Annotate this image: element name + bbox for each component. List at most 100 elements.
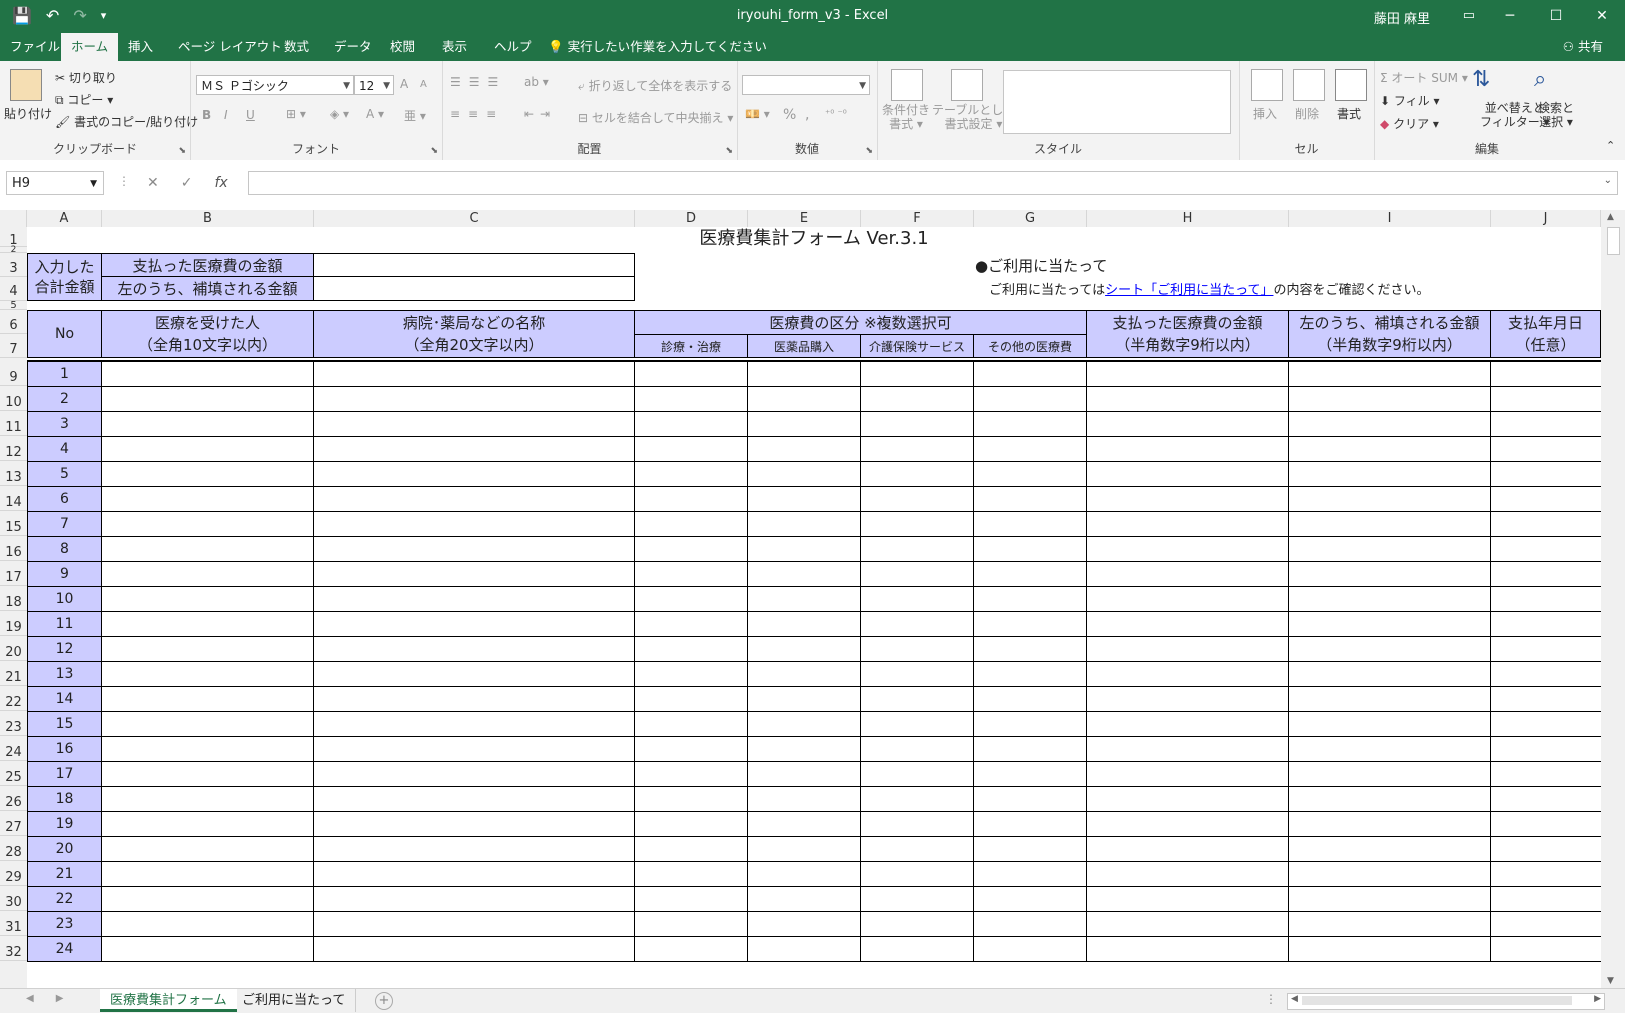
- cell-patient[interactable]: [101, 711, 314, 737]
- cell-provider[interactable]: [313, 661, 635, 687]
- cell-paid[interactable]: [1086, 911, 1289, 937]
- copy-button[interactable]: ⧉ コピー ▾: [55, 91, 113, 108]
- cell-provider[interactable]: [313, 611, 635, 637]
- cell-provider[interactable]: [313, 586, 635, 612]
- paste-icon[interactable]: [10, 69, 42, 101]
- row-header[interactable]: 1: [0, 227, 27, 248]
- cell-date[interactable]: [1490, 861, 1601, 887]
- cell-reimbursed[interactable]: [1288, 361, 1491, 387]
- cell-provider[interactable]: [313, 561, 635, 587]
- cell-provider[interactable]: [313, 761, 635, 787]
- cell-treatment[interactable]: [634, 411, 748, 437]
- cell-date[interactable]: [1490, 786, 1601, 812]
- cell-treatment[interactable]: [634, 361, 748, 387]
- cell-provider[interactable]: [313, 736, 635, 762]
- clear-button[interactable]: ◆ クリア ▾: [1380, 115, 1439, 132]
- cell-paid[interactable]: [1086, 786, 1289, 812]
- cell-other[interactable]: [973, 786, 1087, 812]
- cell-reimbursed[interactable]: [1288, 711, 1491, 737]
- cell-date[interactable]: [1490, 886, 1601, 912]
- cell-care[interactable]: [860, 561, 974, 587]
- share-button[interactable]: ⚇ 共有: [1563, 33, 1603, 61]
- paste-button[interactable]: 貼り付け: [4, 105, 52, 122]
- cell-patient[interactable]: [101, 886, 314, 912]
- cell-patient[interactable]: [101, 361, 314, 387]
- dialog-launcher-icon[interactable]: ⬊: [865, 146, 873, 156]
- cell-date[interactable]: [1490, 811, 1601, 837]
- cell-treatment[interactable]: [634, 811, 748, 837]
- font-size-combo[interactable]: 12 ▼: [354, 75, 394, 95]
- comma-button[interactable]: ,: [805, 107, 809, 123]
- search-icon[interactable]: ⌕: [1534, 67, 1546, 92]
- cell-reimbursed[interactable]: [1288, 486, 1491, 512]
- cell-patient[interactable]: [101, 686, 314, 712]
- cell-paid[interactable]: [1086, 686, 1289, 712]
- horizontal-scrollbar[interactable]: ◀ ▶: [1287, 993, 1605, 1010]
- cell-care[interactable]: [860, 761, 974, 787]
- cell-medicine[interactable]: [747, 486, 861, 512]
- reimbursed-total-value[interactable]: [313, 276, 635, 301]
- cell-medicine[interactable]: [747, 686, 861, 712]
- fill-color-icon[interactable]: ◈ ▾: [330, 107, 349, 121]
- scroll-right-icon[interactable]: ▶: [1594, 994, 1601, 1004]
- cell-reimbursed[interactable]: [1288, 911, 1491, 937]
- orientation-icon[interactable]: ab ▾: [524, 75, 549, 89]
- italic-button[interactable]: I: [224, 108, 228, 122]
- cell-date[interactable]: [1490, 936, 1601, 962]
- cell-treatment[interactable]: [634, 586, 748, 612]
- name-box[interactable]: H9 ▼: [6, 171, 104, 195]
- cell-provider[interactable]: [313, 486, 635, 512]
- cell-other[interactable]: [973, 686, 1087, 712]
- cell-care[interactable]: [860, 886, 974, 912]
- grow-font-button[interactable]: A: [400, 77, 408, 91]
- maximize-button[interactable]: ☐: [1533, 0, 1579, 33]
- tell-me-box[interactable]: 💡 実行したい作業を入力してください: [548, 33, 767, 61]
- cell-provider[interactable]: [313, 711, 635, 737]
- cell-date[interactable]: [1490, 636, 1601, 662]
- font-color-icon[interactable]: A ▾: [366, 107, 384, 121]
- cell-date[interactable]: [1490, 361, 1601, 387]
- cell-care[interactable]: [860, 461, 974, 487]
- cell-provider[interactable]: [313, 436, 635, 462]
- cell-treatment[interactable]: [634, 911, 748, 937]
- cell-care[interactable]: [860, 711, 974, 737]
- cell-date[interactable]: [1490, 711, 1601, 737]
- cell-other[interactable]: [973, 436, 1087, 462]
- cell-provider[interactable]: [313, 361, 635, 387]
- cell-date[interactable]: [1490, 561, 1601, 587]
- format-cells-button[interactable]: 書式: [1337, 105, 1361, 122]
- cell-date[interactable]: [1490, 686, 1601, 712]
- cell-date[interactable]: [1490, 836, 1601, 862]
- user-name[interactable]: 藤田 麻里: [1374, 8, 1430, 27]
- collapse-ribbon-icon[interactable]: ⌃: [1606, 139, 1615, 152]
- cell-care[interactable]: [860, 811, 974, 837]
- cell-treatment[interactable]: [634, 761, 748, 787]
- cell-paid[interactable]: [1086, 761, 1289, 787]
- tab-view[interactable]: 表示: [432, 33, 477, 61]
- currency-icon[interactable]: 💴 ▾: [745, 107, 770, 121]
- cell-paid[interactable]: [1086, 836, 1289, 862]
- cell-treatment[interactable]: [634, 636, 748, 662]
- cell-medicine[interactable]: [747, 761, 861, 787]
- cell-patient[interactable]: [101, 511, 314, 537]
- vertical-scrollbar[interactable]: ▲ ▼: [1601, 210, 1625, 988]
- tab-help[interactable]: ヘルプ: [484, 33, 542, 61]
- cell-reimbursed[interactable]: [1288, 936, 1491, 962]
- row-header[interactable]: 28: [0, 836, 27, 861]
- column-header-h[interactable]: H: [1087, 210, 1289, 227]
- row-header[interactable]: 30: [0, 886, 27, 911]
- cell-reimbursed[interactable]: [1288, 786, 1491, 812]
- cell-reimbursed[interactable]: [1288, 386, 1491, 412]
- cell-date[interactable]: [1490, 436, 1601, 462]
- cell-treatment[interactable]: [634, 386, 748, 412]
- cell-reimbursed[interactable]: [1288, 836, 1491, 862]
- cell-medicine[interactable]: [747, 736, 861, 762]
- row-header[interactable]: 26: [0, 786, 27, 811]
- format-cells-icon[interactable]: [1335, 69, 1367, 101]
- tab-review[interactable]: 校閲: [380, 33, 425, 61]
- cell-date[interactable]: [1490, 761, 1601, 787]
- cell-medicine[interactable]: [747, 561, 861, 587]
- row-header[interactable]: 10: [0, 386, 27, 411]
- row-header[interactable]: 31: [0, 911, 27, 936]
- cell-patient[interactable]: [101, 911, 314, 937]
